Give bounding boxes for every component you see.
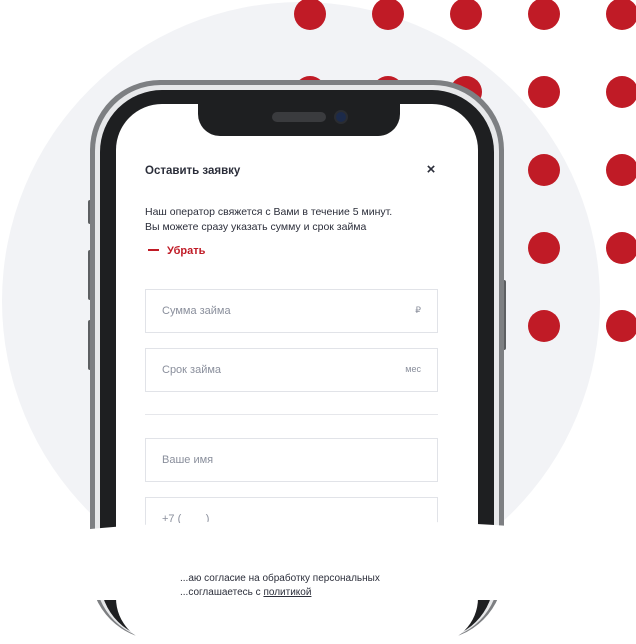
consent-text: ...аю согласие на обработку персональных… (180, 572, 440, 600)
decorative-dot (606, 76, 636, 108)
description-line: Наш оператор свяжется с Вами в течение 5… (145, 206, 393, 218)
decorative-dot (606, 154, 636, 186)
decorative-dot (606, 310, 636, 342)
decorative-dot (606, 0, 636, 30)
close-button[interactable]: × (423, 162, 439, 178)
form-description: Наш оператор свяжется с Вами в течение 5… (145, 205, 435, 234)
minus-icon (148, 249, 159, 252)
phone-camera-icon (336, 112, 346, 122)
loan-amount-placeholder: Сумма займа (162, 305, 231, 317)
decorative-dot (528, 232, 560, 264)
remove-label: Убрать (167, 245, 206, 257)
consent-line: ...аю согласие на обработку персональных (180, 573, 380, 584)
months-suffix: мес (405, 364, 421, 374)
consent-line: ...соглашаетесь с политикой (180, 586, 440, 600)
phone-speaker (272, 112, 326, 122)
name-placeholder: Ваше имя (162, 454, 214, 466)
decorative-dot (528, 310, 560, 342)
ruble-currency-suffix: ₽ (415, 305, 421, 315)
decorative-dot (528, 0, 560, 30)
consent-prefix: ...соглашаетесь с (180, 587, 264, 598)
form-title: Оставить заявку (145, 165, 241, 177)
loan-term-input[interactable]: Срок займа мес (145, 348, 438, 392)
form-divider (145, 414, 438, 415)
loan-term-placeholder: Срок займа (162, 364, 222, 376)
name-input[interactable]: Ваше имя (145, 438, 438, 482)
loan-amount-input[interactable]: Сумма займа ₽ (145, 289, 438, 333)
decorative-dot (528, 154, 560, 186)
policy-link[interactable]: политикой (263, 587, 311, 598)
decorative-dot (606, 232, 636, 264)
decorative-dot (528, 76, 560, 108)
description-line: Вы можете сразу указать сумму и срок зай… (145, 220, 367, 233)
remove-loan-details-link[interactable]: Убрать (148, 245, 205, 257)
decorative-dot (450, 0, 482, 30)
